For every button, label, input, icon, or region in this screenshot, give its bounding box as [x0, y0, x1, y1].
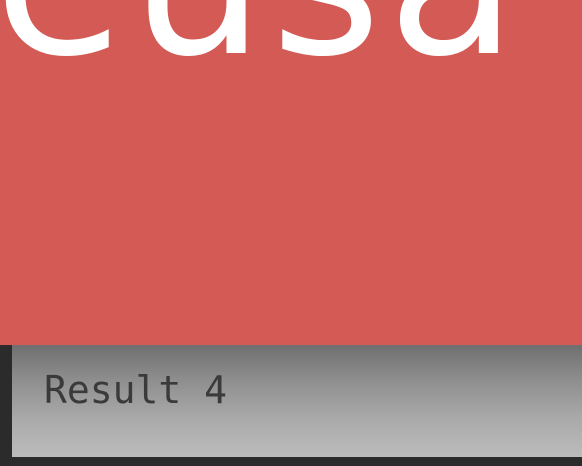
left-dark-strip — [0, 345, 12, 466]
hero-heading-text: eusa — [0, 0, 523, 86]
screen: eusa Result 4 — [0, 0, 582, 466]
hero-banner: eusa — [0, 0, 582, 345]
bottom-dark-strip — [0, 457, 582, 466]
result-label: Result 4 — [44, 368, 228, 412]
